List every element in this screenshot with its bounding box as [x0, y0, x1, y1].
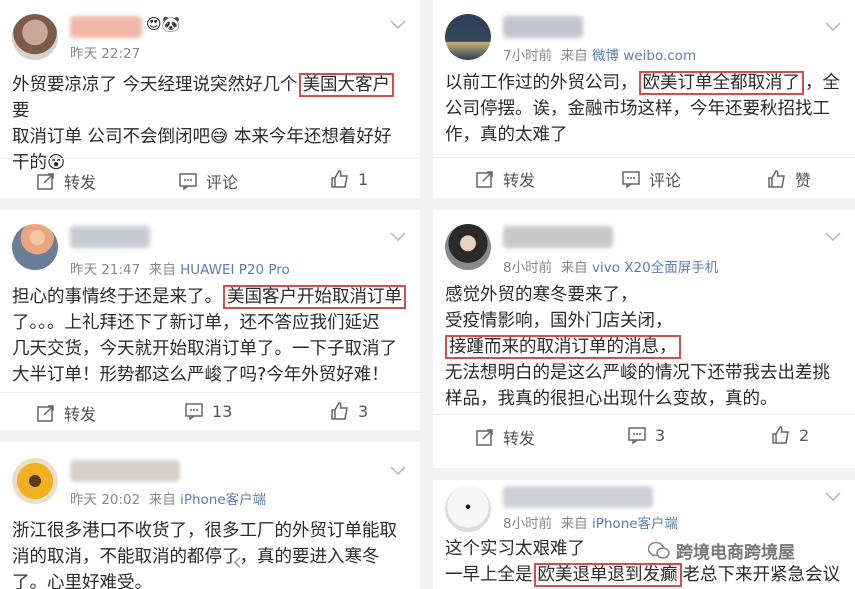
divider [0, 158, 420, 159]
post-time: 昨天 20:02 [70, 492, 141, 508]
user-avatar[interactable] [445, 224, 491, 270]
comment-button[interactable]: 3 [627, 425, 665, 445]
repost-button[interactable]: 转发 [475, 425, 535, 449]
repost-icon [37, 173, 54, 190]
repost-button[interactable]: 转发 [475, 167, 535, 191]
chevron-down-icon[interactable] [390, 232, 406, 242]
user-avatar[interactable] [445, 14, 491, 60]
weibo-post: 昨天 21:47 来自 HUAWEI P20 Pro 担心的事情终于还是来了。美… [0, 210, 420, 430]
post-source[interactable]: iPhone客户端 [180, 492, 266, 508]
chevron-down-icon[interactable] [825, 232, 841, 242]
post-body: 以前工作过的外贸公司， 欧美订单全都取消了 ，全 公司停摆。诶，金融市场这样，今年还… [445, 71, 840, 145]
post-meta: 昨天 20:02 来自 iPhone客户端 [70, 492, 267, 508]
user-avatar[interactable] [445, 486, 491, 532]
username[interactable] [70, 226, 150, 248]
comment-icon [622, 171, 640, 189]
post-body: 浙江很多港口不收货了，很多工厂的外贸订单能取 消的取消，不能取消的都停了，真的要… [12, 521, 397, 589]
post-source[interactable]: iPhone客户端 [592, 516, 678, 532]
thumbs-up-icon [768, 170, 785, 188]
post-time: 8小时前 [503, 260, 553, 276]
card-gap [433, 198, 855, 210]
comment-button[interactable]: 评论 [178, 169, 238, 193]
watermark: 跨境电商跨境屋 [648, 538, 795, 563]
divider [433, 414, 855, 415]
post-meta: 8小时前 来自 iPhone客户端 [503, 516, 679, 532]
user-avatar[interactable] [12, 458, 58, 504]
highlight-box: 欧美退单退到发癫 [533, 563, 682, 587]
thumbs-up-icon [331, 170, 348, 188]
post-meta: 7小时前 来自 微博 weibo.com [503, 48, 697, 64]
chevron-down-icon[interactable] [825, 492, 841, 502]
back-arrow-icon[interactable]: ‹ [232, 549, 242, 575]
weibo-post: 8小时前 来自 vivo X20全面屏手机 感觉外贸的寒冬要来了， 受疫情影响，… [433, 210, 855, 468]
like-button[interactable]: 1 [330, 169, 368, 189]
comment-button[interactable]: 13 [184, 401, 232, 421]
weibo-post: 7小时前 来自 微博 weibo.com 以前工作过的外贸公司， 欧美订单全都取消… [433, 0, 855, 198]
repost-button[interactable]: 转发 [36, 169, 96, 193]
chevron-down-icon[interactable] [825, 22, 841, 32]
username[interactable] [503, 226, 613, 248]
column-separator [420, 0, 433, 589]
like-button[interactable]: 2 [771, 425, 809, 445]
card-gap [433, 468, 855, 480]
post-body: 担心的事情终于还是来了。 美国客户开始取消订单 了。。。上礼拜还下了新订单，还不答… [12, 284, 410, 388]
wechat-icon [648, 541, 670, 559]
repost-button[interactable]: 转发 [36, 401, 96, 425]
post-body: 感觉外贸的寒冬要来了， 受疫情影响，国外门店关闭， 接踵而来的取消订单的消息， … [445, 285, 830, 409]
highlight-box: 美国客户开始取消订单 [223, 285, 406, 309]
weibo-post: 8小时前 来自 iPhone客户端 这个实习太艰难了 一早上全是 欧美退单退到发癫… [433, 480, 855, 589]
card-gap [0, 198, 420, 210]
action-bar: 转发 3 2 [433, 419, 855, 453]
username[interactable] [70, 16, 142, 38]
highlight-box: 欧美订单全都取消了 [638, 71, 804, 95]
action-bar: 转发 评论 1 [0, 163, 420, 197]
like-button[interactable]: 3 [330, 401, 368, 421]
username[interactable] [70, 460, 180, 482]
highlight-box: 接踵而来的取消订单的消息， [445, 335, 681, 359]
comment-button[interactable]: 评论 [621, 167, 681, 191]
repost-icon [476, 429, 493, 446]
action-bar: 转发 评论 赞 [433, 161, 855, 195]
comment-icon [179, 173, 197, 191]
chevron-down-icon[interactable] [390, 466, 406, 476]
weibo-post: 😍🐼 昨天 22:27 外贸要凉凉了 今天经理说突然好几个 美国大客户要 取消订单… [0, 0, 420, 198]
post-time: 昨天 22:27 [70, 46, 141, 62]
comment-icon [185, 403, 203, 421]
post-body: 外贸要凉凉了 今天经理说突然好几个 美国大客户要 取消订单 公司不会倒闭吧😅 本来… [12, 72, 410, 176]
chevron-down-icon[interactable] [390, 20, 406, 30]
post-time: 昨天 21:47 [70, 262, 141, 278]
thumbs-up-icon [331, 402, 348, 420]
comment-icon [628, 427, 646, 445]
repost-icon [37, 405, 54, 422]
like-button[interactable]: 赞 [767, 167, 811, 191]
post-meta: 8小时前 来自 vivo X20全面屏手机 [503, 260, 719, 276]
post-meta: 昨天 22:27 [70, 42, 140, 62]
card-gap [0, 430, 420, 442]
username[interactable] [503, 16, 583, 38]
repost-icon [476, 171, 493, 188]
heart-eyes-emoji-icon: 😍🐼 [146, 15, 181, 33]
user-avatar[interactable] [12, 14, 58, 60]
divider [0, 392, 420, 393]
user-avatar[interactable] [12, 224, 58, 270]
post-meta: 昨天 21:47 来自 HUAWEI P20 Pro [70, 262, 290, 278]
post-time: 8小时前 [503, 516, 553, 532]
username[interactable] [503, 486, 653, 508]
highlight-box: 美国大客户 [298, 73, 395, 97]
post-time: 7小时前 [503, 48, 553, 64]
thumbs-up-icon [772, 426, 789, 444]
action-bar: 转发 13 3 [0, 395, 420, 429]
post-source[interactable]: HUAWEI P20 Pro [180, 262, 290, 278]
post-source[interactable]: 微博 weibo.com [592, 48, 696, 64]
post-source[interactable]: vivo X20全面屏手机 [592, 260, 718, 276]
divider [433, 157, 855, 158]
weibo-post: 昨天 20:02 来自 iPhone客户端 浙江很多港口不收货了，很多工厂的外贸… [0, 442, 420, 589]
